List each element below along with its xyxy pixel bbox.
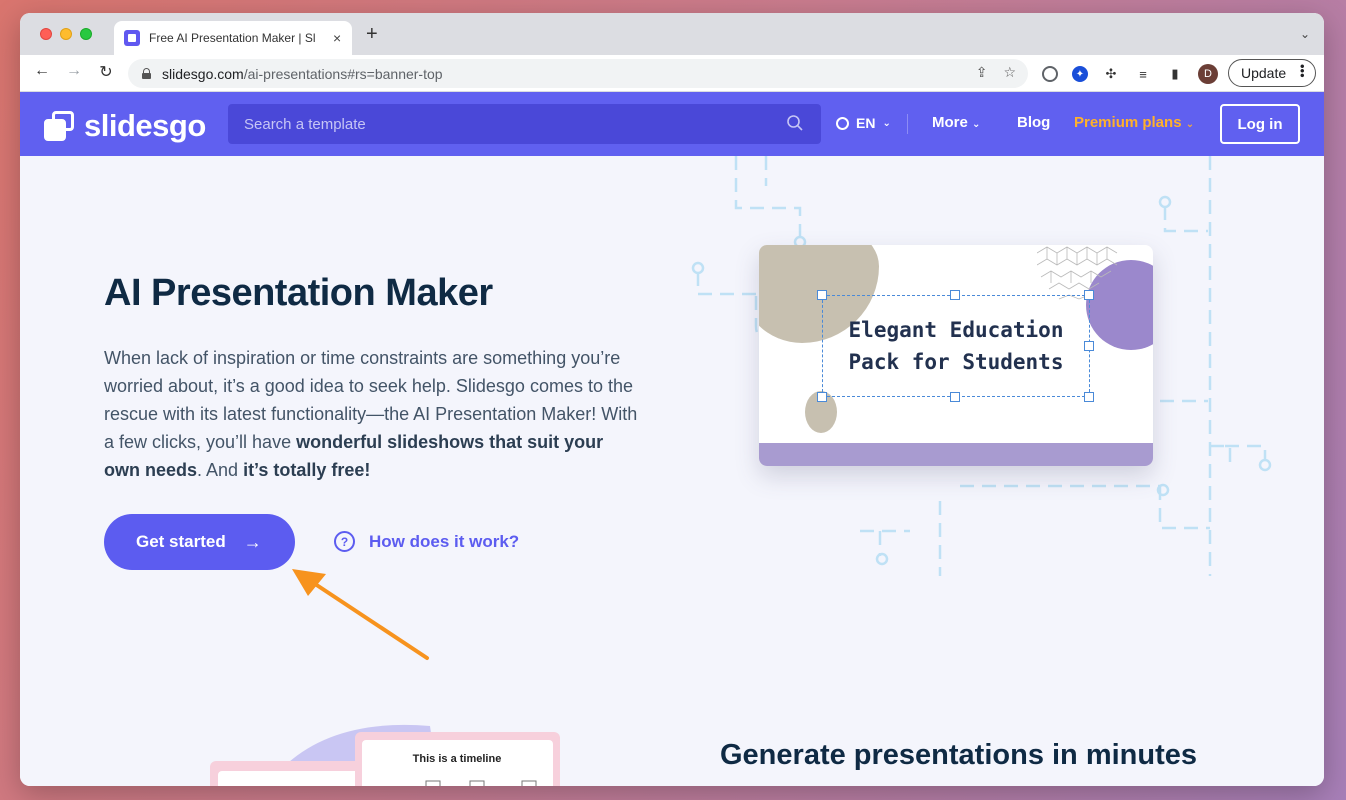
how-does-it-work-link[interactable]: ? How does it work? bbox=[334, 531, 519, 552]
extensions-area: ✦ ✣ ≡ ▮ D bbox=[1042, 64, 1218, 84]
address-bar[interactable]: slidesgo.com/ai-presentations#rs=banner-… bbox=[128, 59, 1028, 88]
slide-title-line-1: Elegant Education bbox=[848, 318, 1064, 342]
update-button[interactable]: Update ••• bbox=[1228, 59, 1316, 87]
forward-button[interactable]: → bbox=[63, 62, 85, 80]
tab-strip: Free AI Presentation Maker | Sl × + ⌄ bbox=[20, 13, 1324, 55]
question-icon: ? bbox=[334, 531, 355, 552]
profile-avatar[interactable]: D bbox=[1198, 64, 1218, 84]
lock-icon[interactable] bbox=[142, 68, 151, 79]
arrow-right-icon: → bbox=[243, 531, 262, 552]
browser-tab[interactable]: Free AI Presentation Maker | Sl × bbox=[114, 21, 352, 55]
reload-button[interactable]: ↻ bbox=[95, 62, 117, 82]
omnibox-actions: ⇪ ☆ bbox=[976, 64, 1016, 81]
new-tab-button[interactable]: + bbox=[366, 24, 378, 44]
language-selector[interactable]: EN ⌄ bbox=[836, 115, 891, 131]
slide-title-line-2: Pack for Students bbox=[848, 350, 1064, 374]
hero-desc-bold-2: it’s totally free! bbox=[243, 460, 371, 480]
back-button[interactable]: ← bbox=[31, 62, 53, 80]
side-panel-icon[interactable]: ▮ bbox=[1166, 65, 1184, 83]
menu-dots-icon[interactable]: ••• bbox=[1295, 64, 1310, 78]
page-title: AI Presentation Maker bbox=[104, 272, 493, 314]
extension-star-icon[interactable]: ✦ bbox=[1072, 66, 1088, 82]
update-label: Update bbox=[1241, 65, 1287, 81]
tab-title: Free AI Presentation Maker | Sl bbox=[149, 31, 316, 45]
search-input[interactable] bbox=[244, 115, 764, 133]
zoom-window-button[interactable] bbox=[80, 28, 92, 40]
slidesgo-logo-icon bbox=[44, 111, 76, 141]
share-icon[interactable]: ⇪ bbox=[976, 64, 988, 81]
bookmark-star-icon[interactable]: ☆ bbox=[1003, 64, 1016, 81]
close-window-button[interactable] bbox=[40, 28, 52, 40]
extension-lens-icon[interactable] bbox=[1042, 66, 1058, 82]
hero-desc-part-2: . And bbox=[197, 460, 244, 480]
slide-title-textbox: Elegant Education Pack for Students bbox=[822, 295, 1090, 397]
slide-hex-pattern bbox=[1037, 246, 1118, 300]
slidesgo-favicon-icon bbox=[124, 30, 140, 46]
timeline-illustration: This is a timeline bbox=[210, 724, 560, 786]
minimize-window-button[interactable] bbox=[60, 28, 72, 40]
resize-handle bbox=[817, 392, 827, 402]
chevron-down-icon: ⌄ bbox=[972, 119, 981, 130]
slide-preview-card: Elegant Education Pack for Students bbox=[759, 245, 1153, 466]
search-icon[interactable] bbox=[787, 115, 803, 131]
chevron-down-icon: ⌄ bbox=[1185, 119, 1195, 130]
nav-more-label: More bbox=[932, 114, 968, 131]
logo-text: slidesgo bbox=[84, 108, 206, 143]
extensions-puzzle-icon[interactable]: ✣ bbox=[1102, 65, 1120, 83]
resize-handle bbox=[1084, 392, 1094, 402]
browser-window: Free AI Presentation Maker | Sl × + ⌄ ← … bbox=[20, 13, 1324, 786]
nav-blog[interactable]: Blog bbox=[1017, 114, 1050, 131]
hero-section: AI Presentation Maker When lack of inspi… bbox=[20, 156, 1324, 786]
language-label: EN bbox=[856, 115, 876, 131]
header-divider bbox=[907, 114, 908, 134]
resize-handle bbox=[950, 392, 960, 402]
tab-search-chevron-icon[interactable]: ⌄ bbox=[1300, 27, 1310, 41]
nav-premium-label: Premium plans bbox=[1074, 114, 1182, 131]
tab-close-icon[interactable]: × bbox=[333, 30, 341, 46]
slidesgo-logo[interactable]: slidesgo bbox=[44, 108, 206, 144]
globe-icon bbox=[836, 116, 849, 130]
nav-premium-plans[interactable]: Premium plans ⌄ bbox=[1074, 114, 1194, 131]
reading-list-icon[interactable]: ≡ bbox=[1134, 65, 1152, 83]
url-path: /ai-presentations#rs=banner-top bbox=[243, 65, 443, 82]
browser-toolbar: ← → ↻ slidesgo.com/ai-presentations#rs=b… bbox=[20, 55, 1324, 92]
resize-handle bbox=[1084, 290, 1094, 300]
get-started-label: Get started bbox=[136, 532, 226, 551]
chevron-down-icon: ⌄ bbox=[882, 117, 891, 129]
how-does-it-work-label: How does it work? bbox=[369, 531, 520, 551]
url-domain: slidesgo.com bbox=[162, 65, 244, 82]
nav-more[interactable]: More ⌄ bbox=[932, 114, 980, 131]
annotation-arrow bbox=[292, 569, 429, 660]
resize-handle bbox=[817, 290, 827, 300]
section-title: Generate presentations in minutes bbox=[720, 739, 1198, 771]
resize-handle bbox=[1084, 341, 1094, 351]
get-started-button[interactable]: Get started → bbox=[104, 514, 295, 570]
resize-handle bbox=[950, 290, 960, 300]
login-button[interactable]: Log in bbox=[1220, 104, 1300, 144]
template-search bbox=[228, 104, 821, 144]
timeline-label: This is a timeline bbox=[413, 753, 502, 765]
url-text: slidesgo.com/ai-presentations#rs=banner-… bbox=[162, 66, 443, 82]
hero-description: When lack of inspiration or time constra… bbox=[104, 344, 644, 484]
site-header: slidesgo EN ⌄ More ⌄ Blog Premium plans … bbox=[20, 92, 1324, 156]
slide-bottom-band bbox=[759, 443, 1153, 466]
